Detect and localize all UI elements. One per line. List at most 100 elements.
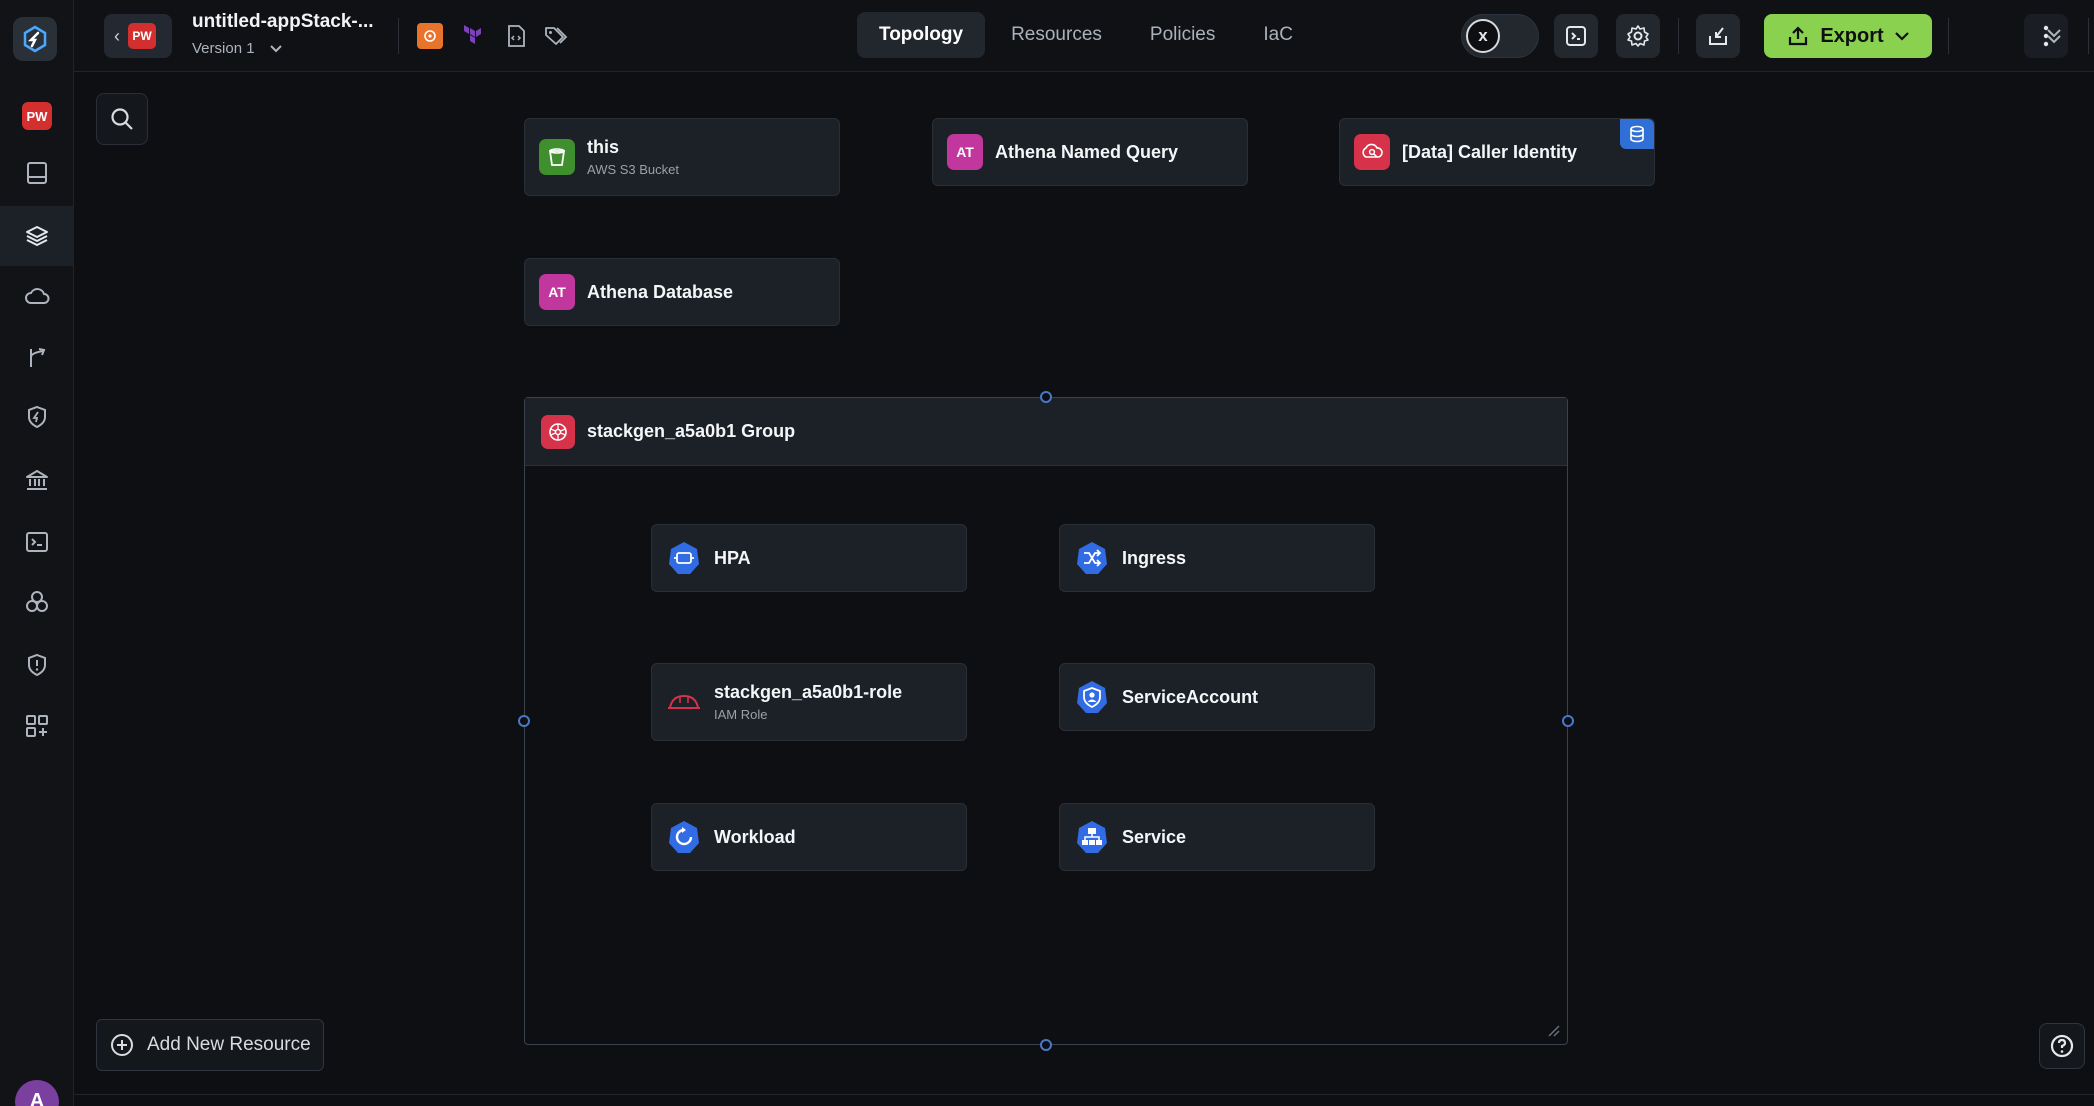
node-title: HPA [714, 547, 751, 568]
divider [74, 1094, 2094, 1095]
import-icon [1709, 27, 1727, 45]
athena-icon: AT [539, 274, 575, 310]
resource-node-workload[interactable]: Workload [651, 803, 967, 871]
shield-alert-icon [28, 653, 46, 677]
sidebar-item-terminal[interactable] [0, 512, 74, 572]
athena-icon: AT [947, 134, 983, 170]
settings-button[interactable] [1616, 14, 1660, 58]
book-icon [27, 162, 47, 184]
node-subtitle: AWS S3 Bucket [587, 162, 679, 177]
resource-node-iam-role[interactable]: stackgen_a5a0b1-role IAM Role [651, 663, 967, 741]
chevron-down-icon [269, 44, 282, 52]
hpa-icon [666, 540, 702, 576]
gear-icon [1627, 25, 1649, 47]
sidebar-item-add-module[interactable] [0, 696, 74, 756]
sidebar-item-cloud[interactable] [0, 267, 74, 327]
collapse-button[interactable] [2032, 14, 2076, 58]
logo-icon [23, 25, 47, 53]
aws-provider-icon[interactable] [416, 22, 444, 50]
left-sidebar: PW A [0, 0, 74, 1106]
service-account-icon [1074, 679, 1110, 715]
resource-node-service-account[interactable]: ServiceAccount [1059, 663, 1375, 731]
tab-topology[interactable]: Topology [857, 12, 986, 58]
user-avatar[interactable]: A [15, 1080, 59, 1106]
file-code-icon[interactable] [502, 22, 530, 50]
node-title: stackgen_a5a0b1-role [714, 682, 903, 702]
sidebar-item-stacks[interactable] [0, 206, 74, 266]
variables-toggle[interactable]: x [1461, 14, 1539, 58]
chevron-left-icon: ‹ [114, 25, 120, 46]
group-header[interactable]: stackgen_a5a0b1 Group [525, 398, 1567, 466]
resource-node-athena-database[interactable]: AT Athena Database [524, 258, 840, 326]
shield-bolt-icon [28, 405, 46, 429]
node-title: Workload [714, 826, 796, 847]
group-handle-left[interactable] [518, 715, 530, 727]
group-handle-bottom[interactable] [1040, 1039, 1052, 1051]
cloud-icon [25, 288, 50, 304]
help-icon [2050, 1034, 2074, 1058]
terminal-icon [26, 532, 48, 552]
version-selector[interactable]: Version 1 [192, 40, 283, 57]
node-title: [Data] Caller Identity [1402, 141, 1578, 162]
tab-resources[interactable]: Resources [989, 12, 1124, 58]
sidebar-item-integrations[interactable] [0, 572, 74, 632]
resource-node-service[interactable]: Service [1059, 803, 1375, 871]
database-icon [1620, 119, 1654, 149]
resource-node-caller-identity[interactable]: [Data] Caller Identity [1339, 118, 1655, 186]
sidebar-item-policies[interactable] [0, 387, 74, 447]
chevron-down-icon [1894, 32, 1909, 41]
node-title: this [587, 137, 620, 157]
top-bar: ‹ PW untitled-appStack-... Version 1 Top… [74, 0, 2094, 72]
resource-node-s3-bucket[interactable]: this AWS S3 Bucket [524, 118, 840, 196]
help-button[interactable] [2039, 1023, 2085, 1069]
resource-node-hpa[interactable]: HPA [651, 524, 967, 592]
upload-icon [1789, 26, 1808, 46]
export-label: Export [1820, 24, 1884, 47]
sidebar-item-security[interactable] [0, 635, 74, 695]
view-tabs: Topology Resources Policies IaC [857, 12, 1315, 58]
tab-iac[interactable]: IaC [1241, 12, 1315, 58]
sidebar-item-catalog[interactable] [0, 143, 74, 203]
s3-bucket-icon [539, 139, 575, 175]
node-title: Ingress [1122, 547, 1187, 568]
divider [398, 18, 399, 54]
tab-policies[interactable]: Policies [1128, 12, 1237, 58]
version-label: Version 1 [192, 40, 255, 57]
export-button[interactable]: Export [1764, 14, 1932, 58]
circles-icon [26, 591, 48, 612]
add-new-resource-button[interactable]: Add New Resource [96, 1019, 324, 1071]
node-subtitle: IAM Role [714, 707, 768, 722]
project-badge: PW [128, 23, 156, 49]
back-button[interactable]: ‹ PW [104, 14, 172, 58]
canvas-search-button[interactable] [96, 93, 148, 145]
sidebar-item-branches[interactable] [0, 328, 74, 388]
stackgen-logo[interactable] [13, 17, 57, 61]
group-handle-top[interactable] [1040, 391, 1052, 403]
chevrons-down-icon [2047, 29, 2061, 44]
sidebar-item-governance[interactable] [0, 450, 74, 510]
bank-icon [26, 470, 48, 490]
node-title: Service [1122, 826, 1187, 847]
resource-node-athena-named-query[interactable]: AT Athena Named Query [932, 118, 1248, 186]
project-badge: PW [22, 102, 52, 130]
sidebar-item-project[interactable]: PW [0, 86, 74, 146]
divider [2088, 18, 2089, 54]
resource-node-ingress[interactable]: Ingress [1059, 524, 1375, 592]
terminal-icon [1566, 26, 1586, 46]
node-title: Athena Named Query [995, 141, 1179, 162]
add-new-resource-label: Add New Resource [147, 1034, 311, 1055]
kubernetes-group-icon [541, 414, 575, 449]
stack-title[interactable]: untitled-appStack-... [192, 11, 374, 33]
terraform-icon[interactable] [460, 22, 488, 50]
group-title: stackgen_a5a0b1 Group [587, 421, 796, 441]
tags-icon[interactable] [542, 22, 570, 50]
workload-icon [666, 819, 702, 855]
node-title: ServiceAccount [1122, 686, 1259, 707]
import-button[interactable] [1696, 14, 1740, 58]
divider [1678, 18, 1679, 54]
group-handle-right[interactable] [1562, 715, 1574, 727]
console-button[interactable] [1554, 14, 1598, 58]
fork-icon [30, 348, 46, 367]
layers-icon [26, 226, 48, 246]
resize-grip-icon[interactable] [1545, 1022, 1561, 1038]
